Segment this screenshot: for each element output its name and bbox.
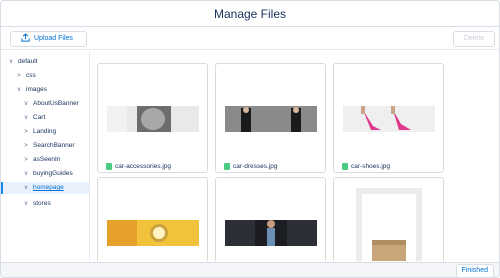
modal-title: Manage Files bbox=[213, 7, 287, 21]
delete-button[interactable]: Delete bbox=[453, 31, 495, 47]
file-name-row: car-shoes.jpg bbox=[342, 163, 390, 170]
file-thumbnail bbox=[225, 220, 317, 246]
tree-item-label: SearchBanner bbox=[33, 142, 75, 149]
image-file-icon bbox=[106, 163, 112, 170]
chevron-down-icon[interactable]: v bbox=[22, 182, 30, 194]
tree-item-buyingguides[interactable]: v buyingGuides bbox=[22, 168, 73, 180]
tree-item-asseenin[interactable]: > asSeenIn bbox=[22, 154, 60, 166]
file-name-row: car-dresses.jpg bbox=[224, 163, 277, 170]
tree-item-label: buyingGuides bbox=[33, 170, 73, 177]
chevron-down-icon[interactable]: v bbox=[22, 198, 30, 210]
tree-item-homepage[interactable]: v homepage bbox=[1, 182, 89, 194]
chevron-down-icon[interactable]: v bbox=[22, 98, 30, 110]
file-card[interactable] bbox=[333, 177, 444, 261]
tree-item-cart[interactable]: v Cart bbox=[22, 112, 46, 124]
upload-files-label: Upload Files bbox=[34, 35, 73, 42]
chevron-down-icon[interactable]: v bbox=[15, 84, 23, 96]
tree-item-css[interactable]: > css bbox=[15, 70, 36, 82]
modal-header: Manage Files bbox=[1, 1, 499, 27]
file-card[interactable]: car-shoes.jpg bbox=[333, 63, 444, 173]
file-thumbnail bbox=[356, 188, 422, 261]
chevron-down-icon[interactable]: v bbox=[7, 56, 15, 68]
file-card[interactable]: car-accessories.jpg bbox=[97, 63, 208, 173]
folder-tree: v default > css v images v AboutUsBanner v Ca… bbox=[1, 51, 90, 261]
chevron-right-icon[interactable]: > bbox=[22, 154, 30, 166]
chevron-down-icon[interactable]: v bbox=[22, 168, 30, 180]
file-thumbnail bbox=[343, 106, 435, 132]
tree-item-stores[interactable]: v stores bbox=[22, 198, 51, 210]
file-card[interactable] bbox=[97, 177, 208, 261]
tree-item-default[interactable]: v default bbox=[7, 56, 38, 68]
tree-item-label: css bbox=[26, 72, 36, 79]
manage-files-modal: Manage Files Upload Files Delete v defaul… bbox=[0, 0, 500, 278]
file-thumbnail bbox=[107, 220, 199, 246]
upload-icon bbox=[21, 32, 30, 42]
toolbar: Upload Files Delete bbox=[1, 28, 499, 50]
upload-files-button[interactable]: Upload Files bbox=[10, 31, 87, 47]
tree-item-landing[interactable]: > Landing bbox=[22, 126, 56, 138]
image-file-icon bbox=[342, 163, 348, 170]
chevron-right-icon[interactable]: > bbox=[15, 70, 23, 82]
tree-item-label: AboutUsBanner bbox=[33, 100, 79, 107]
tree-item-label: default bbox=[18, 58, 38, 65]
tree-item-label: stores bbox=[33, 200, 51, 207]
file-thumbnail bbox=[225, 106, 317, 132]
file-name: car-dresses.jpg bbox=[233, 163, 278, 171]
tree-item-searchbanner[interactable]: > SearchBanner bbox=[22, 140, 75, 152]
file-name-row: car-accessories.jpg bbox=[106, 163, 171, 170]
file-card[interactable] bbox=[215, 177, 326, 261]
chevron-right-icon[interactable]: > bbox=[22, 126, 30, 138]
tree-item-label: asSeenIn bbox=[33, 156, 61, 163]
tree-item-label: images bbox=[26, 86, 47, 93]
file-thumbnail bbox=[107, 106, 199, 132]
tree-item-aboutusbanner[interactable]: v AboutUsBanner bbox=[22, 98, 79, 110]
finished-button[interactable]: Finished bbox=[455, 264, 494, 277]
image-file-icon bbox=[224, 163, 230, 170]
file-name: car-accessories.jpg bbox=[115, 163, 171, 171]
file-name: car-shoes.jpg bbox=[351, 163, 391, 171]
tree-item-label: Landing bbox=[33, 128, 57, 135]
chevron-right-icon[interactable]: > bbox=[22, 140, 30, 152]
file-card[interactable]: car-dresses.jpg bbox=[215, 63, 326, 173]
modal-footer: Finished bbox=[1, 262, 499, 277]
tree-item-label: Cart bbox=[33, 114, 46, 121]
file-grid: car-accessories.jpg car-dresses.jpg car-… bbox=[91, 51, 499, 261]
tree-item-label: homepage bbox=[33, 184, 64, 191]
chevron-down-icon[interactable]: v bbox=[22, 112, 30, 124]
tree-item-images[interactable]: v images bbox=[15, 84, 47, 96]
